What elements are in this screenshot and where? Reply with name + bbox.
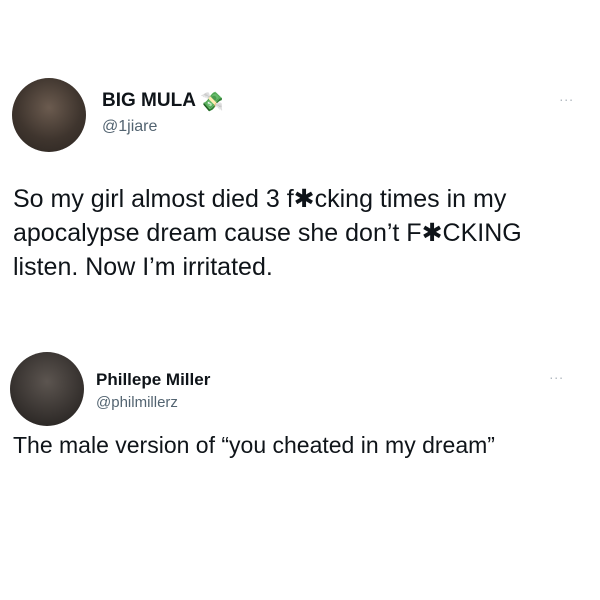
avatar[interactable]	[12, 78, 86, 152]
tweet-text: So my girl almost died 3 f✱cking times i…	[13, 185, 522, 281]
more-options-icon[interactable]: ...	[559, 88, 574, 104]
tweet-text: The male version of “you cheated in my d…	[13, 432, 495, 458]
more-options-icon[interactable]: ...	[549, 366, 564, 382]
display-name[interactable]: BIG MULA	[102, 90, 196, 111]
avatar[interactable]	[10, 352, 84, 426]
user-block: BIG MULA 💸 @1jiare	[102, 90, 224, 136]
user-handle[interactable]: @philmillerz	[96, 394, 210, 411]
user-handle[interactable]: @1jiare	[102, 118, 224, 136]
display-name[interactable]: Phillepe Miller	[96, 370, 210, 389]
money-emoji-icon: 💸	[199, 92, 224, 113]
tweet-card[interactable]: BIG MULA 💸 @1jiare ... So my girl almost …	[0, 70, 600, 330]
user-block: Phillepe Miller @philmillerz	[96, 370, 210, 411]
tweet-card[interactable]: Phillepe Miller @philmillerz ... The mal…	[0, 340, 600, 540]
